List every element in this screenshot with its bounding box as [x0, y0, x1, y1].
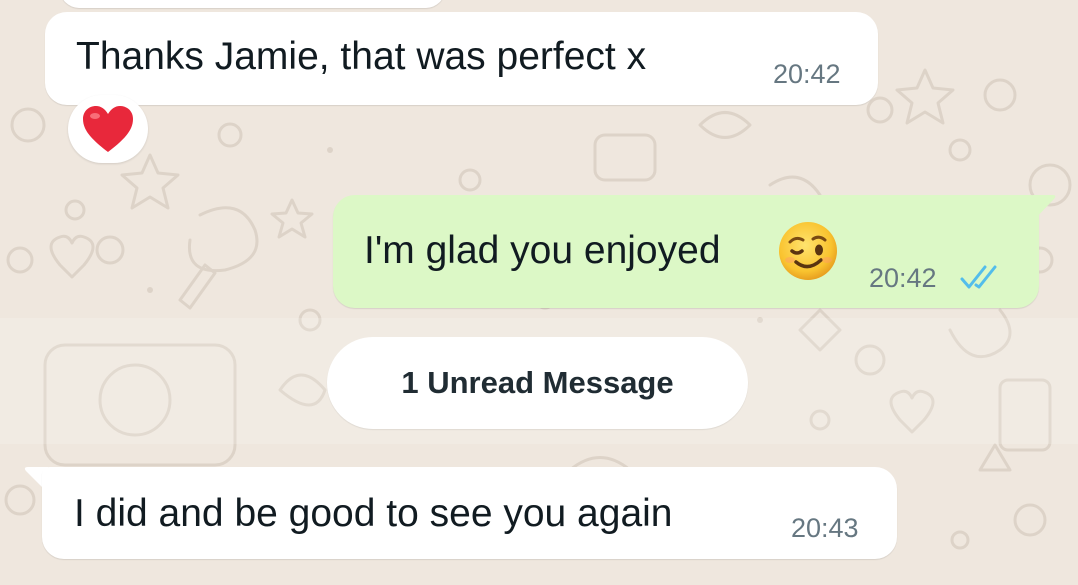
message-text: Thanks Jamie, that was perfect x	[76, 35, 647, 78]
incoming-message-bubble[interactable]: I did and be good to see you again 20:43	[42, 467, 897, 559]
unread-messages-divider: 1 Unread Message	[327, 337, 748, 429]
outgoing-bubble-tail	[1033, 195, 1056, 221]
message-text: I'm glad you enjoyed	[364, 229, 721, 272]
red-heart-icon	[83, 106, 133, 152]
unread-messages-label: 1 Unread Message	[401, 365, 674, 400]
outgoing-message-bubble[interactable]: I'm glad you enjoyed 20:42	[333, 195, 1039, 308]
message-text: I did and be good to see you again	[74, 492, 673, 535]
message-timestamp: 20:42	[773, 59, 841, 89]
winking-face-emoji-icon	[779, 222, 837, 280]
reaction-badge[interactable]	[68, 95, 148, 163]
message-timestamp: 20:43	[791, 513, 859, 543]
incoming-message-bubble[interactable]: Thanks Jamie, that was perfect x 20:42	[45, 12, 878, 105]
double-tick-read-icon	[960, 265, 997, 289]
previous-message-bubble	[60, 0, 445, 8]
message-timestamp: 20:42	[869, 263, 937, 293]
